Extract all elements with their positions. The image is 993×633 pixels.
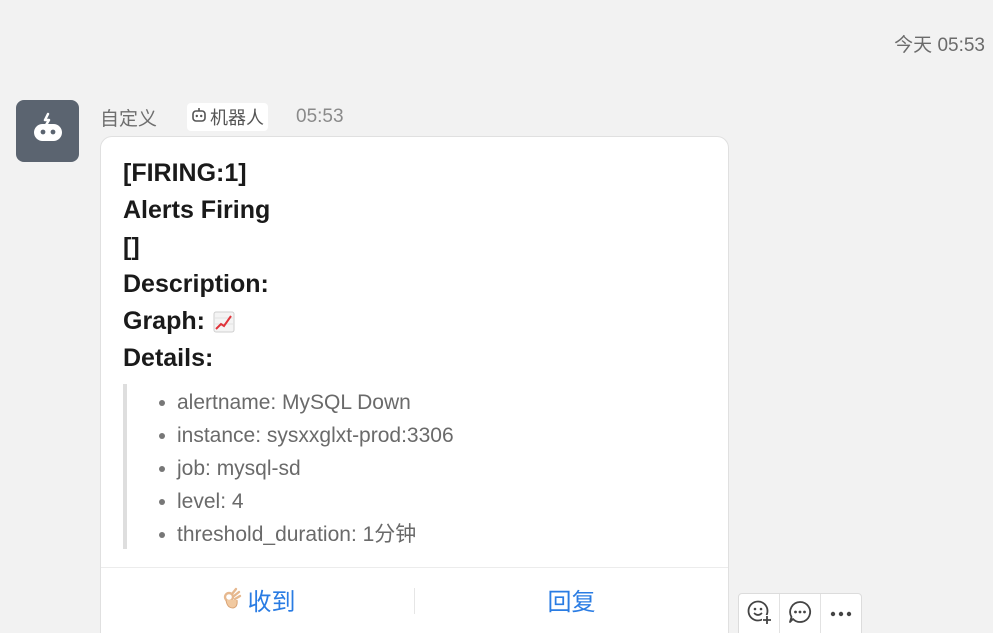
ok-hand-icon xyxy=(220,587,244,611)
chart-increasing-icon[interactable] xyxy=(213,311,235,333)
message-meta: 自定义 机器人 05:53 xyxy=(100,102,344,132)
robot-icon xyxy=(191,107,210,128)
bot-badge-label: 机器人 xyxy=(210,108,265,128)
message-hover-toolbar xyxy=(738,593,862,633)
comment-button[interactable] xyxy=(780,594,821,633)
graph-label: Graph: xyxy=(123,307,205,335)
detail-item: threshold_duration: 1分钟 xyxy=(159,518,706,551)
ack-label: 收到 xyxy=(247,588,296,616)
detail-item: alertname: MySQL Down xyxy=(159,386,706,419)
alert-message-card: [FIRING:1] Alerts Firing [] Description:… xyxy=(100,136,729,633)
comment-icon xyxy=(787,599,813,630)
card-actions: 收到 回复 xyxy=(101,567,728,633)
alert-status-line: [FIRING:1] xyxy=(123,159,247,187)
ack-button[interactable]: 收到 xyxy=(101,568,414,633)
bot-badge: 机器人 xyxy=(187,103,269,131)
graph-line: Graph: xyxy=(123,303,706,340)
detail-item: job: mysql-sd xyxy=(159,452,706,485)
detail-item: instance: sysxxglxt-prod:3306 xyxy=(159,419,706,452)
card-body: [FIRING:1] Alerts Firing [] Description:… xyxy=(101,137,728,549)
chat-view: 今天 05:53 自定义 机器人 05:53 [FIRING:1] Alerts… xyxy=(0,0,993,633)
details-quote: alertname: MySQL Down instance: sysxxglx… xyxy=(123,384,706,549)
sender-name[interactable]: 自定义 xyxy=(100,104,157,131)
add-reaction-button[interactable] xyxy=(739,594,780,633)
date-separator: 今天 05:53 xyxy=(894,35,985,56)
details-list: alertname: MySQL Down instance: sysxxglx… xyxy=(127,386,706,551)
robot-avatar-icon xyxy=(31,112,65,151)
details-heading: Details: xyxy=(123,344,214,372)
reply-label: 回复 xyxy=(547,588,596,616)
add-reaction-icon xyxy=(746,599,772,630)
message-time: 05:53 xyxy=(296,106,344,127)
detail-item: level: 4 xyxy=(159,485,706,518)
more-button[interactable] xyxy=(821,594,861,633)
sender-avatar[interactable] xyxy=(16,100,79,162)
more-icon xyxy=(829,605,853,623)
description-line: Description: xyxy=(123,270,269,298)
reply-button[interactable]: 回复 xyxy=(415,568,728,633)
alert-title-line: Alerts Firing xyxy=(123,196,271,224)
alert-list-line: [] xyxy=(123,233,140,261)
